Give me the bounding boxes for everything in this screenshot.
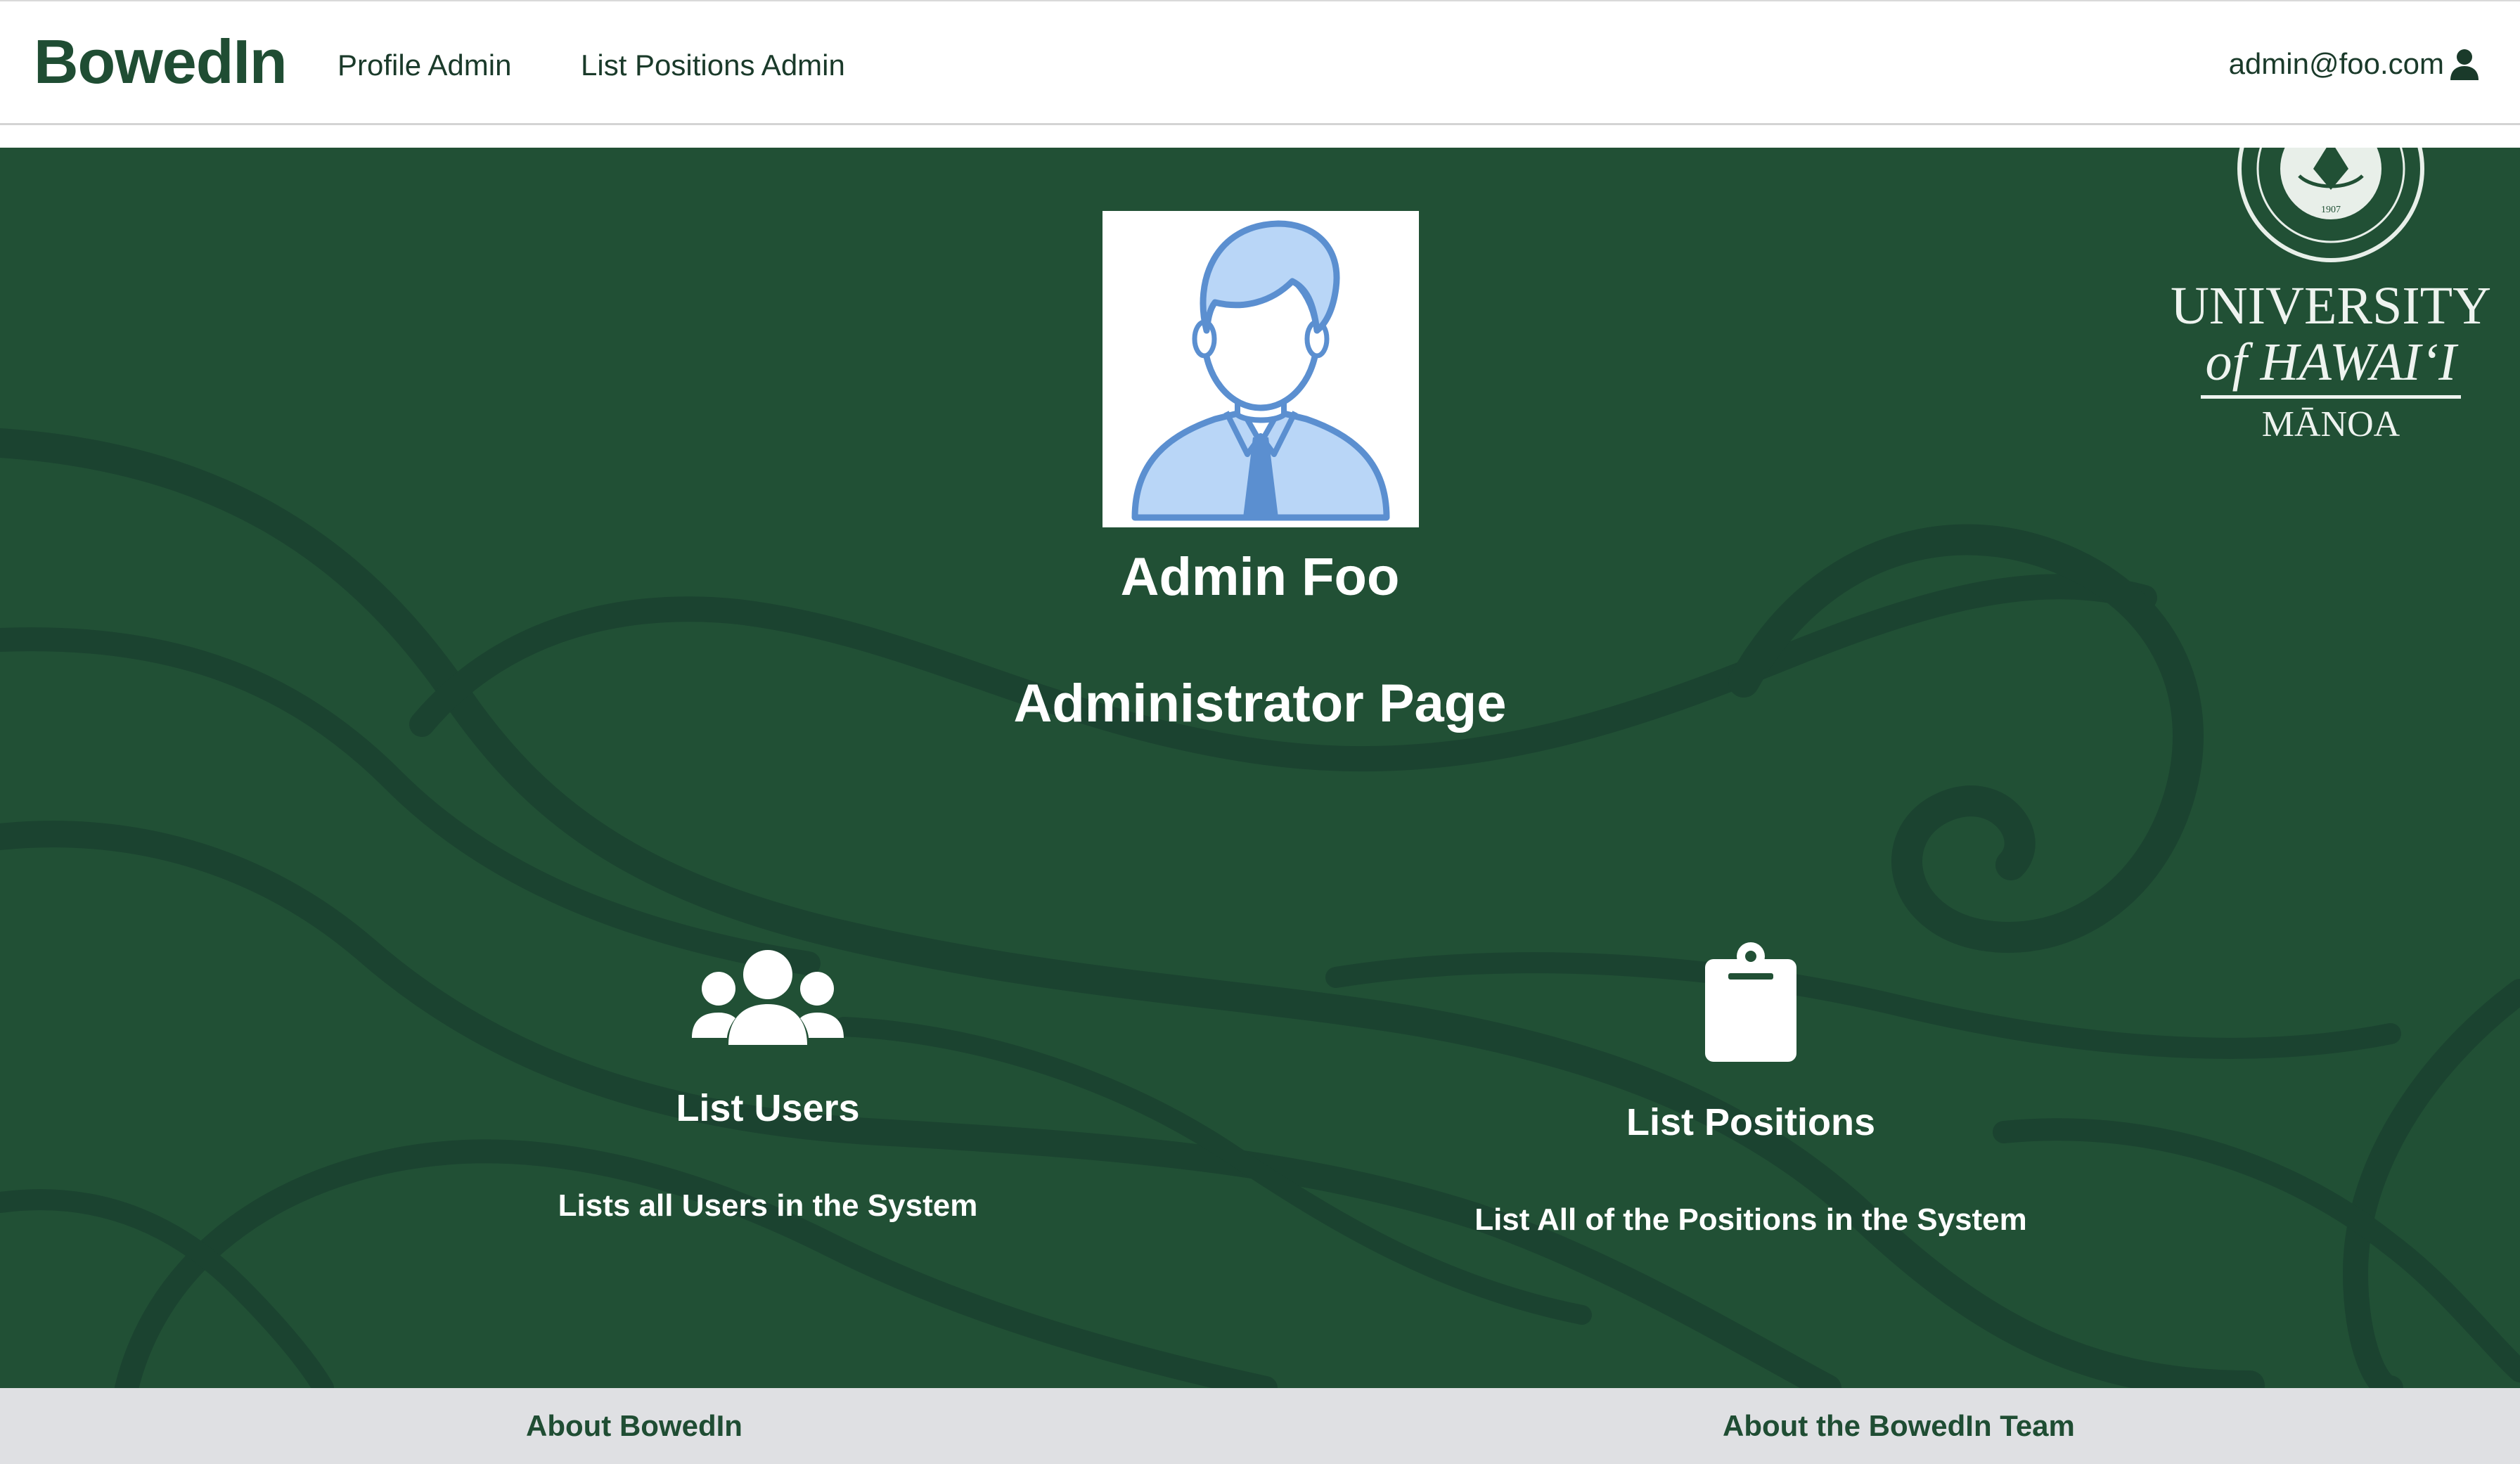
hero-section: 1907 UNIVERSITY of HAWAI‘I MĀNOA Admin F… xyxy=(0,148,2520,1388)
svg-text:of HAWAI‘I: of HAWAI‘I xyxy=(2206,333,2460,392)
list-users-card[interactable]: List Users Lists all Users in the System xyxy=(451,949,1084,1225)
svg-text:MĀNOA: MĀNOA xyxy=(2262,404,2400,443)
brand-logo[interactable]: BowedIn xyxy=(34,27,288,97)
page-title: Administrator Page xyxy=(1013,674,1507,733)
clipboard-icon xyxy=(1705,942,1796,1062)
list-users-description: Lists all Users in the System xyxy=(558,1188,978,1223)
list-positions-card[interactable]: List Positions List All of the Positions… xyxy=(1434,942,2067,1239)
user-icon xyxy=(2448,48,2481,80)
svg-text:1907: 1907 xyxy=(2321,205,2341,215)
uh-seal-icon: 1907 xyxy=(2237,148,2424,262)
list-positions-title: List Positions xyxy=(1626,1101,1876,1143)
user-avatar-icon xyxy=(1131,220,1390,521)
footer-team-link[interactable]: About the BowedIn Team xyxy=(1723,1406,2075,1446)
user-menu[interactable]: admin@foo.com xyxy=(2229,45,2481,83)
profile-avatar xyxy=(1102,211,1419,527)
nav-list-positions-admin[interactable]: List Positions Admin xyxy=(581,48,845,83)
svg-text:UNIVERSITY: UNIVERSITY xyxy=(2171,276,2491,335)
footer: About BowedIn About the BowedIn Team xyxy=(0,1388,2520,1464)
university-logo: 1907 UNIVERSITY of HAWAI‘I MĀNOA xyxy=(2171,148,2491,443)
admin-name: Admin Foo xyxy=(1120,547,1400,607)
footer-about-link[interactable]: About BowedIn xyxy=(526,1406,742,1446)
user-email: admin@foo.com xyxy=(2228,47,2444,80)
list-users-title: List Users xyxy=(676,1087,860,1129)
top-navbar: BowedIn Profile Admin List Positions Adm… xyxy=(0,0,2520,125)
nav-profile-admin[interactable]: Profile Admin xyxy=(338,48,511,83)
users-icon xyxy=(692,950,844,1045)
list-positions-description: List All of the Positions in the System xyxy=(1474,1202,2027,1237)
